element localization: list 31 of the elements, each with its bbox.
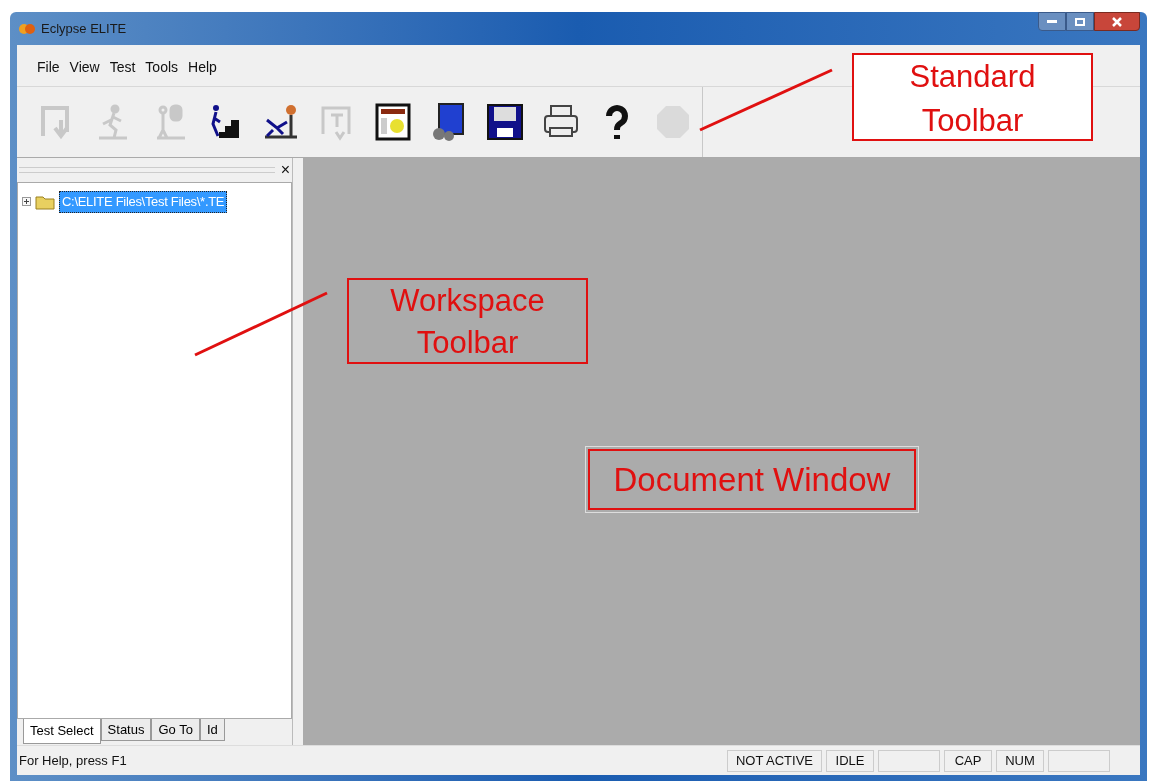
- minimize-button[interactable]: [1038, 12, 1066, 31]
- status-pane: CAP: [944, 749, 992, 772]
- menu-item[interactable]: View: [69, 57, 100, 78]
- callout-text: Workspace: [390, 282, 545, 320]
- menu-item[interactable]: File: [37, 57, 60, 78]
- pane-tab[interactable]: Id: [199, 719, 225, 741]
- callout-text: Document Window: [613, 459, 891, 500]
- close-pane-button[interactable]: ×: [280, 162, 290, 178]
- status-message: For Help, press F1: [19, 751, 128, 770]
- status-pane: [1048, 749, 1110, 772]
- status-pane: NUM: [996, 749, 1044, 772]
- status-pane: IDLE: [826, 749, 874, 772]
- pane-tab[interactable]: Test Select: [23, 719, 101, 744]
- pane-tab[interactable]: Status: [100, 719, 152, 741]
- menu-item[interactable]: Help: [188, 57, 217, 78]
- calendar-icon[interactable]: [373, 102, 413, 142]
- close-icon: [1112, 16, 1122, 27]
- maximize-button[interactable]: [1066, 12, 1094, 31]
- callout-text: Standard: [909, 58, 1036, 96]
- window-title: Eclypse ELITE: [41, 19, 127, 38]
- folder-icon: [35, 193, 55, 210]
- app-logo-icon: [19, 22, 35, 35]
- callout-text: Toolbar: [416, 324, 519, 362]
- pane-tab[interactable]: Go To: [151, 719, 200, 741]
- status-pane: NOT ACTIVE: [726, 749, 822, 772]
- callout-text: Toolbar: [921, 102, 1024, 140]
- menu-item[interactable]: Tools: [145, 57, 179, 78]
- close-button[interactable]: [1094, 12, 1140, 31]
- expand-toggle[interactable]: [22, 197, 31, 207]
- status-pane: [878, 749, 940, 772]
- menu-item[interactable]: Test: [109, 57, 136, 78]
